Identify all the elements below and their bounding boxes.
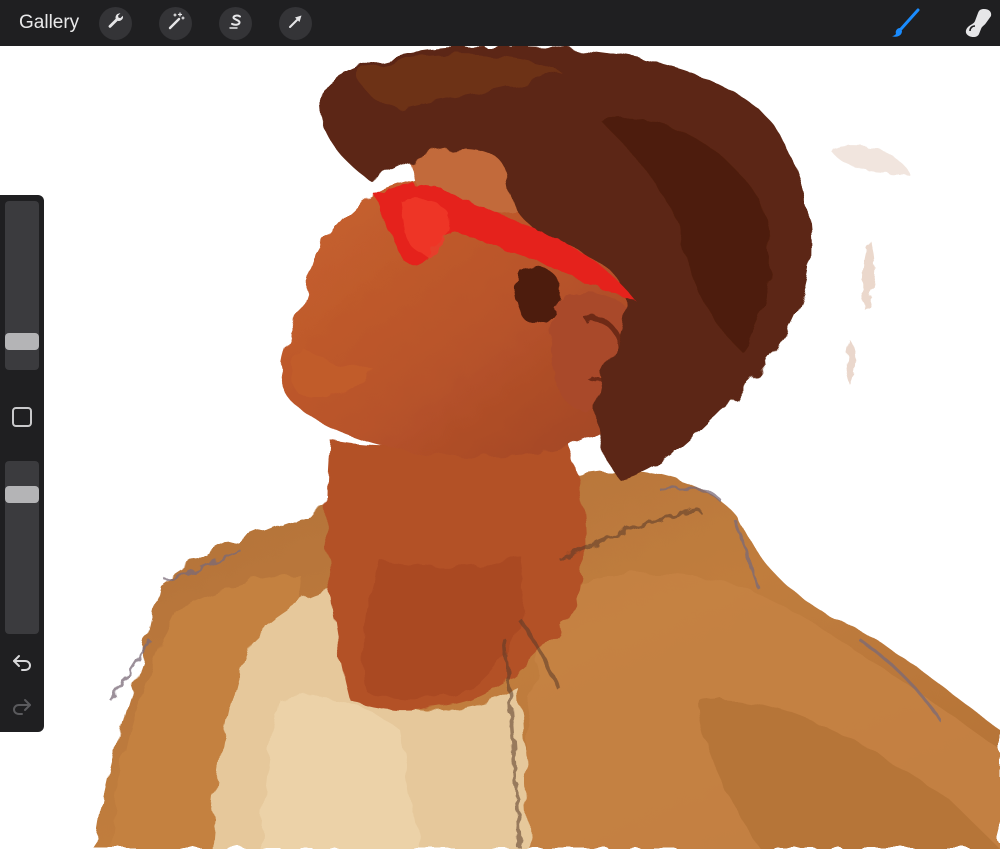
undo-button[interactable]: [10, 650, 34, 674]
left-sidebar: [0, 195, 44, 732]
transform-button[interactable]: [279, 7, 312, 40]
magic-wand-icon: [166, 11, 186, 36]
portrait-painting: [0, 46, 1000, 849]
redo-icon: [10, 699, 34, 722]
brush-size-slider-handle[interactable]: [5, 333, 39, 350]
undo-icon: [10, 655, 34, 678]
selection-button[interactable]: [219, 7, 252, 40]
drawing-canvas[interactable]: [0, 46, 1000, 849]
actions-button[interactable]: [99, 7, 132, 40]
opacity-slider[interactable]: [5, 461, 39, 634]
brush-tool-button[interactable]: [890, 7, 922, 39]
wrench-icon: [106, 11, 126, 36]
smudge-icon: [962, 9, 994, 43]
selection-s-icon: [226, 11, 246, 36]
adjustments-button[interactable]: [159, 7, 192, 40]
brush-size-slider[interactable]: [5, 201, 39, 370]
opacity-slider-handle[interactable]: [5, 486, 39, 503]
modify-button[interactable]: [12, 407, 32, 427]
smudge-tool-button[interactable]: [962, 7, 994, 39]
gallery-button[interactable]: Gallery: [19, 12, 79, 34]
brush-icon: [890, 8, 922, 43]
arrow-cursor-icon: [286, 11, 306, 36]
redo-button[interactable]: [10, 694, 34, 718]
top-toolbar: Gallery: [0, 0, 1000, 46]
